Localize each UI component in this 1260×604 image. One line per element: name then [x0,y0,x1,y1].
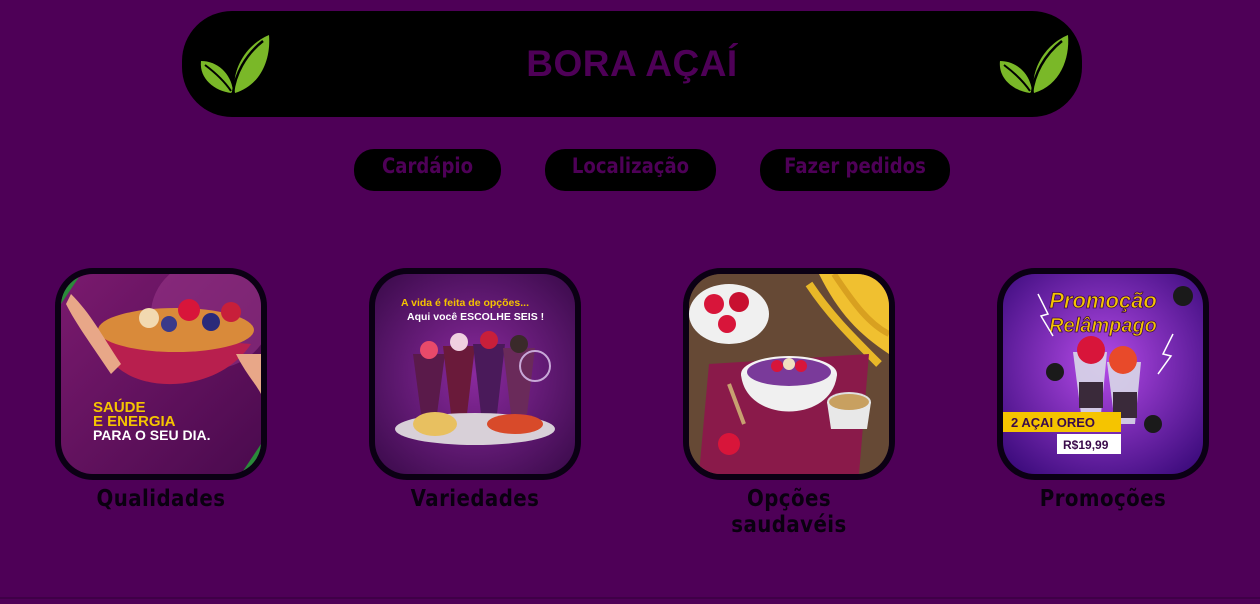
card-image-opcoes-saudaveis[interactable] [683,268,895,480]
nav-button-fazer-pedidos[interactable]: Fazer pedidos [760,149,950,191]
card-promocoes: Promoção Relâmpago 2 AÇAI OREO R$19,99 P… [997,268,1209,512]
leaf-icon [999,35,1069,94]
nav-button-label: Fazer pedidos [784,154,926,178]
image-caption: 2 AÇAI OREO [1011,415,1095,430]
card-label: Promoções [1039,486,1167,512]
nav-button-cardapio[interactable]: Cardápio [354,149,501,191]
card-label: Variedades [410,486,540,512]
nav-button-localizacao[interactable]: Localização [545,149,716,191]
card-image-qualidades[interactable]: SAÚDE E ENERGIA PARA O SEU DIA. [55,268,267,480]
card-qualidades: SAÚDE E ENERGIA PARA O SEU DIA. Qualidad… [55,268,267,512]
header-banner: BORA AÇAÍ [182,11,1082,117]
acai-cups-image: A vida é feita de opções... Aqui você ES… [375,274,575,474]
image-caption: Aqui você ESCOLHE SEIS ! [407,311,544,323]
card-label: Qualidades [96,486,226,512]
card-label: Opções saudavéis [731,486,847,538]
image-caption: PARA O SEU DIA. [93,427,210,443]
acai-bowl-table-image [689,274,889,474]
nav-button-label: Cardápio [382,154,473,178]
footer-divider [0,597,1260,599]
card-opcoes-saudaveis: Opções saudavéis [683,268,895,538]
site-title: BORA AÇAÍ [526,43,738,84]
card-image-variedades[interactable]: A vida é feita de opções... Aqui você ES… [369,268,581,480]
acai-bowl-hands-image: SAÚDE E ENERGIA PARA O SEU DIA. [61,274,261,474]
image-caption: R$19,99 [1063,438,1109,452]
nav-button-label: Localização [571,154,690,178]
card-image-promocoes[interactable]: Promoção Relâmpago 2 AÇAI OREO R$19,99 [997,268,1209,480]
promo-flyer-image: Promoção Relâmpago 2 AÇAI OREO R$19,99 [1003,274,1203,474]
image-caption: Promoção [1049,288,1157,313]
image-caption: A vida é feita de opções... [401,297,529,309]
image-caption: Relâmpago [1049,315,1157,337]
card-variedades: A vida é feita de opções... Aqui você ES… [369,268,581,512]
